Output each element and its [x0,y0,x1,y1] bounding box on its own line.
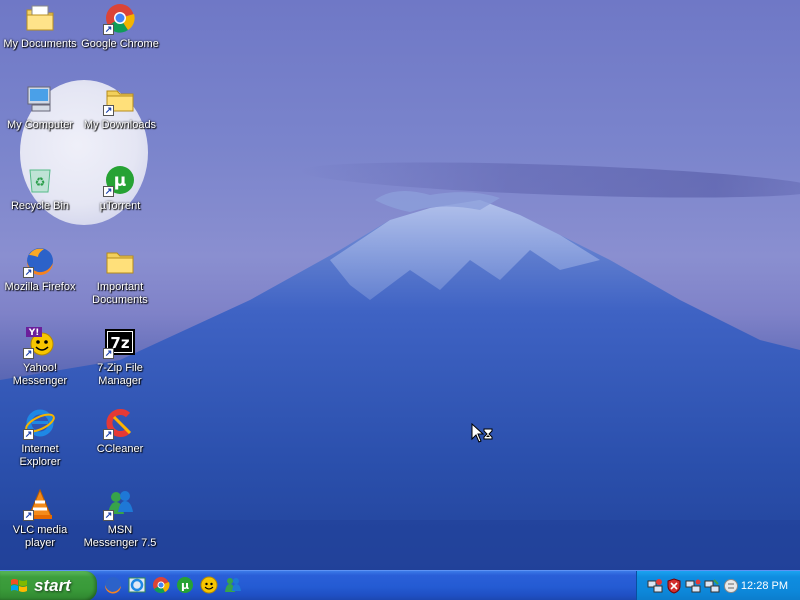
clock[interactable]: 12:28 PM [741,580,788,592]
messenger-icon[interactable] [723,578,739,594]
folder-icon: ↗ [103,83,136,116]
icon-label: Google Chrome [81,38,159,50]
utorrent-icon[interactable]: µ [176,576,194,594]
desktop-icon-vlc[interactable]: ↗ VLC media player [0,488,80,550]
chrome-icon: ↗ [103,2,136,35]
icon-label: Recycle Bin [10,200,70,212]
internet-explorer-icon[interactable] [128,576,146,594]
svg-text:µ: µ [114,171,127,191]
icon-label: My Downloads [83,119,157,131]
shortcut-arrow-icon: ↗ [103,348,114,359]
yahoo-messenger-icon: Y! ↗ [23,326,56,359]
desktop-icon-ccleaner[interactable]: ↗ CCleaner [80,407,160,456]
shortcut-arrow-icon: ↗ [23,267,34,278]
icon-label: My Documents [3,38,77,50]
msn-messenger-icon[interactable] [224,576,242,594]
desktop-icon-mozilla-firefox[interactable]: ↗ Mozilla Firefox [0,245,80,294]
desktop-icon-my-downloads[interactable]: ↗ My Downloads [80,83,160,132]
desktop-icon-7-zip[interactable]: 7z ↗ 7-Zip File Manager [80,326,160,388]
icon-label: CCleaner [96,443,144,455]
desktop-icon-internet-explorer[interactable]: ↗ Internet Explorer [0,407,80,469]
desktop-icon-utorrent[interactable]: µ ↗ µTorrent [80,164,160,213]
my-computer-icon [24,83,56,115]
icon-label: MSN Messenger 7.5 [83,524,157,549]
icon-label: Yahoo! Messenger [12,362,68,387]
quick-launch: µ [104,576,242,596]
busy-cursor-icon [471,423,493,443]
windows-logo-icon [11,579,27,592]
firefox-icon[interactable] [104,576,122,594]
system-tray: 12:28 PM [636,571,800,600]
icon-label: Mozilla Firefox [4,281,76,293]
desktop[interactable]: My Documents ↗ Google Chrome My Computer… [0,0,800,570]
svg-text:♻: ♻ [35,175,46,189]
svg-text:Y!: Y! [28,328,40,338]
icon-label: VLC media player [12,524,68,549]
shortcut-arrow-icon: ↗ [103,105,114,116]
vlc-icon: ↗ [23,488,56,521]
chrome-icon[interactable] [152,576,170,594]
security-shield-icon[interactable] [666,578,682,594]
shortcut-arrow-icon: ↗ [23,348,34,359]
shortcut-arrow-icon: ↗ [23,510,34,521]
internet-explorer-icon: ↗ [23,407,56,440]
yahoo-messenger-icon[interactable] [200,576,218,594]
my-documents-icon [24,2,56,34]
desktop-icon-yahoo-messenger[interactable]: Y! ↗ Yahoo! Messenger [0,326,80,388]
desktop-icon-google-chrome[interactable]: ↗ Google Chrome [80,2,160,51]
shortcut-arrow-icon: ↗ [103,24,114,35]
shortcut-arrow-icon: ↗ [23,429,34,440]
icon-label: 7-Zip File Manager [97,362,143,387]
ccleaner-icon: ↗ [103,407,136,440]
shortcut-arrow-icon: ↗ [103,429,114,440]
start-button[interactable]: start [0,571,97,600]
desktop-icon-my-documents[interactable]: My Documents [0,2,80,51]
firefox-icon: ↗ [23,245,56,278]
folder-icon [104,245,136,277]
seven-zip-icon: 7z ↗ [103,326,136,359]
utorrent-icon: µ ↗ [103,164,136,197]
shortcut-arrow-icon: ↗ [103,510,114,521]
desktop-icon-msn-messenger[interactable]: ↗ MSN Messenger 7.5 [80,488,160,550]
icon-label: Important Documents [92,281,148,306]
shortcut-arrow-icon: ↗ [103,186,114,197]
icon-label: My Computer [6,119,74,131]
desktop-icon-recycle-bin[interactable]: ♻ Recycle Bin [0,164,80,213]
network-icon[interactable] [647,578,663,594]
desktop-icon-my-computer[interactable]: My Computer [0,83,80,132]
desktop-icon-important-documents[interactable]: Important Documents [80,245,160,307]
network-icon[interactable] [685,578,701,594]
msn-messenger-icon: ↗ [103,488,136,521]
svg-text:µ: µ [181,579,189,592]
icon-label: µTorrent [99,200,141,212]
taskbar: start µ 12:28 PM [0,570,800,600]
network-icon[interactable] [704,578,720,594]
start-label: start [34,576,71,595]
icon-label: Internet Explorer [19,443,61,468]
recycle-bin-icon: ♻ [24,164,56,196]
